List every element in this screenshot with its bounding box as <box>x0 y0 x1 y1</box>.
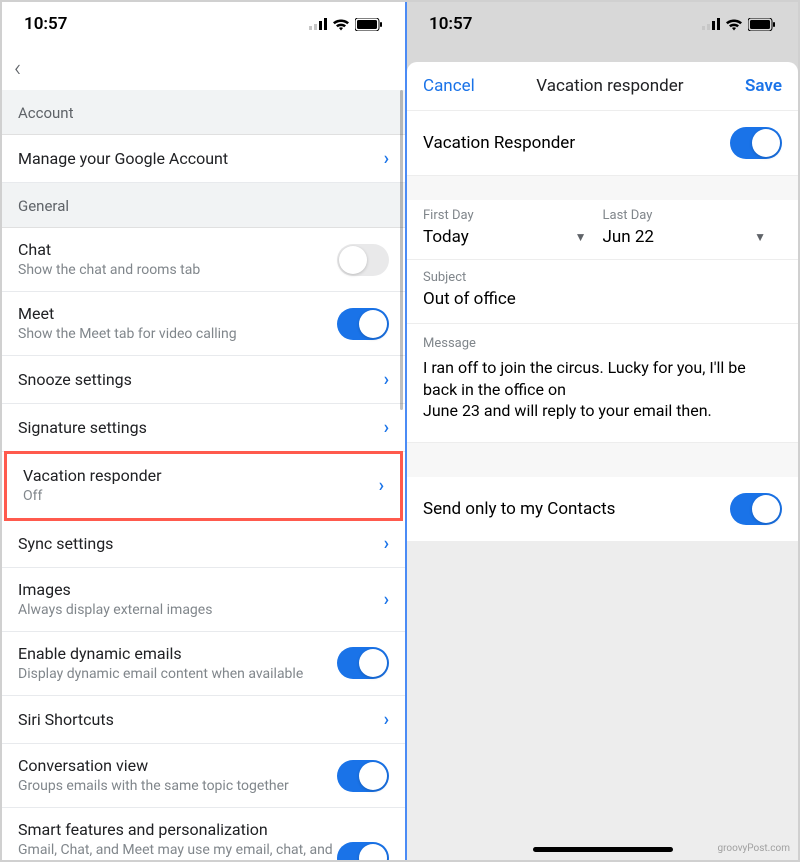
message-label: Message <box>423 336 782 351</box>
row-sub: Groups emails with the same topic togeth… <box>18 777 337 795</box>
row-label: Chat <box>18 240 337 259</box>
sheet-header: Cancel Vacation responder Save <box>407 62 798 111</box>
row-sub: Gmail, Chat, and Meet may use my email, … <box>18 841 337 860</box>
row-chat[interactable]: Chat Show the chat and rooms tab <box>2 228 405 292</box>
subject-label: Subject <box>423 270 782 285</box>
chevron-icon: › <box>371 475 384 496</box>
row-vacation-responder[interactable]: Vacation responder Off › <box>7 454 400 517</box>
subject-value: Out of office <box>423 289 782 309</box>
chevron-icon: › <box>376 709 389 730</box>
back-icon[interactable]: ‹ <box>14 54 21 82</box>
section-account: Account <box>2 90 405 135</box>
first-day-label: First Day <box>423 208 603 223</box>
row-dynamic-emails[interactable]: Enable dynamic emails Display dynamic em… <box>2 632 405 696</box>
row-label: Enable dynamic emails <box>18 644 337 663</box>
date-row: First Day Today ▼ Last Day Jun 22 ▼ <box>407 200 798 260</box>
row-label: Manage your Google Account <box>18 149 376 168</box>
caret-down-icon: ▼ <box>575 230 587 244</box>
status-icons <box>309 18 383 31</box>
chevron-icon: › <box>376 589 389 610</box>
bottom-fill: groovyPost.com <box>407 542 798 860</box>
section-gap <box>407 176 798 200</box>
scroll-indicator <box>400 90 403 410</box>
conversation-toggle[interactable] <box>337 760 389 792</box>
section-general: General <box>2 183 405 228</box>
row-label: Sync settings <box>18 534 376 553</box>
vacation-responder-toggle-row: Vacation Responder <box>407 111 798 176</box>
vacation-responder-toggle[interactable] <box>730 127 782 159</box>
row-images[interactable]: Images Always display external images › <box>2 568 405 632</box>
row-sub: Off <box>23 487 371 505</box>
last-day-label: Last Day <box>603 208 783 223</box>
chat-toggle[interactable] <box>337 244 389 276</box>
home-indicator[interactable] <box>533 847 673 852</box>
caret-down-icon: ▼ <box>754 230 766 244</box>
cancel-button[interactable]: Cancel <box>423 76 475 96</box>
row-meet[interactable]: Meet Show the Meet tab for video calling <box>2 292 405 356</box>
dynamic-toggle[interactable] <box>337 647 389 679</box>
chevron-icon: › <box>376 417 389 438</box>
wifi-icon <box>332 18 350 31</box>
last-day-value: Jun 22 <box>603 227 654 247</box>
contacts-toggle[interactable] <box>730 493 782 525</box>
battery-icon <box>355 18 383 31</box>
row-sub: Show the Meet tab for video calling <box>18 325 337 343</box>
contacts-label: Send only to my Contacts <box>423 499 615 519</box>
last-day-picker[interactable]: Last Day Jun 22 ▼ <box>603 208 783 247</box>
cellular-icon <box>702 18 720 30</box>
row-label: Snooze settings <box>18 370 376 389</box>
watermark: groovyPost.com <box>717 843 790 854</box>
row-label: Siri Shortcuts <box>18 710 376 729</box>
sheet-title: Vacation responder <box>536 76 683 96</box>
meet-toggle[interactable] <box>337 308 389 340</box>
row-conversation-view[interactable]: Conversation view Groups emails with the… <box>2 744 405 808</box>
chevron-icon: › <box>376 148 389 169</box>
toggle-label: Vacation Responder <box>423 133 575 153</box>
save-button[interactable]: Save <box>745 76 782 96</box>
row-snooze[interactable]: Snooze settings › <box>2 356 405 404</box>
status-icons <box>702 18 776 31</box>
section-gap <box>407 443 798 477</box>
row-sync[interactable]: Sync settings › <box>2 520 405 568</box>
subject-field[interactable]: Subject Out of office <box>407 260 798 324</box>
vacation-responder-screen: 10:57 Cancel Vacation responder Save Vac… <box>407 2 798 860</box>
row-label: Conversation view <box>18 756 337 775</box>
message-field[interactable]: Message I ran off to join the circus. Lu… <box>407 324 798 443</box>
row-sub: Always display external images <box>18 601 376 619</box>
message-value: I ran off to join the circus. Lucky for … <box>423 357 782 422</box>
wifi-icon <box>725 18 743 31</box>
status-time: 10:57 <box>24 14 67 34</box>
send-only-contacts-row: Send only to my Contacts <box>407 477 798 542</box>
first-day-picker[interactable]: First Day Today ▼ <box>423 208 603 247</box>
battery-icon <box>748 18 776 31</box>
settings-screen: 10:57 ‹ Account Manage your Google Accou… <box>2 2 407 860</box>
settings-list[interactable]: Account Manage your Google Account › Gen… <box>2 90 405 860</box>
status-bar: 10:57 <box>407 2 798 46</box>
row-label: Signature settings <box>18 418 376 437</box>
smart-toggle[interactable] <box>337 842 389 860</box>
first-day-value: Today <box>423 227 469 247</box>
row-sub: Show the chat and rooms tab <box>18 261 337 279</box>
row-label: Smart features and personalization <box>18 820 337 839</box>
row-label: Meet <box>18 304 337 323</box>
status-time: 10:57 <box>429 14 472 34</box>
row-sub: Display dynamic email content when avail… <box>18 665 337 683</box>
cellular-icon <box>309 18 327 30</box>
vacation-responder-sheet: Cancel Vacation responder Save Vacation … <box>407 62 798 860</box>
status-bar: 10:57 <box>2 2 405 46</box>
row-smart-features[interactable]: Smart features and personalization Gmail… <box>2 808 405 860</box>
nav-back-row: ‹ <box>2 46 405 90</box>
highlight-vacation-responder: Vacation responder Off › <box>4 451 403 520</box>
chevron-icon: › <box>376 533 389 554</box>
row-label: Vacation responder <box>23 466 371 485</box>
row-manage-account[interactable]: Manage your Google Account › <box>2 135 405 183</box>
row-label: Images <box>18 580 376 599</box>
row-siri-shortcuts[interactable]: Siri Shortcuts › <box>2 696 405 744</box>
chevron-icon: › <box>376 369 389 390</box>
row-signature[interactable]: Signature settings › <box>2 404 405 452</box>
